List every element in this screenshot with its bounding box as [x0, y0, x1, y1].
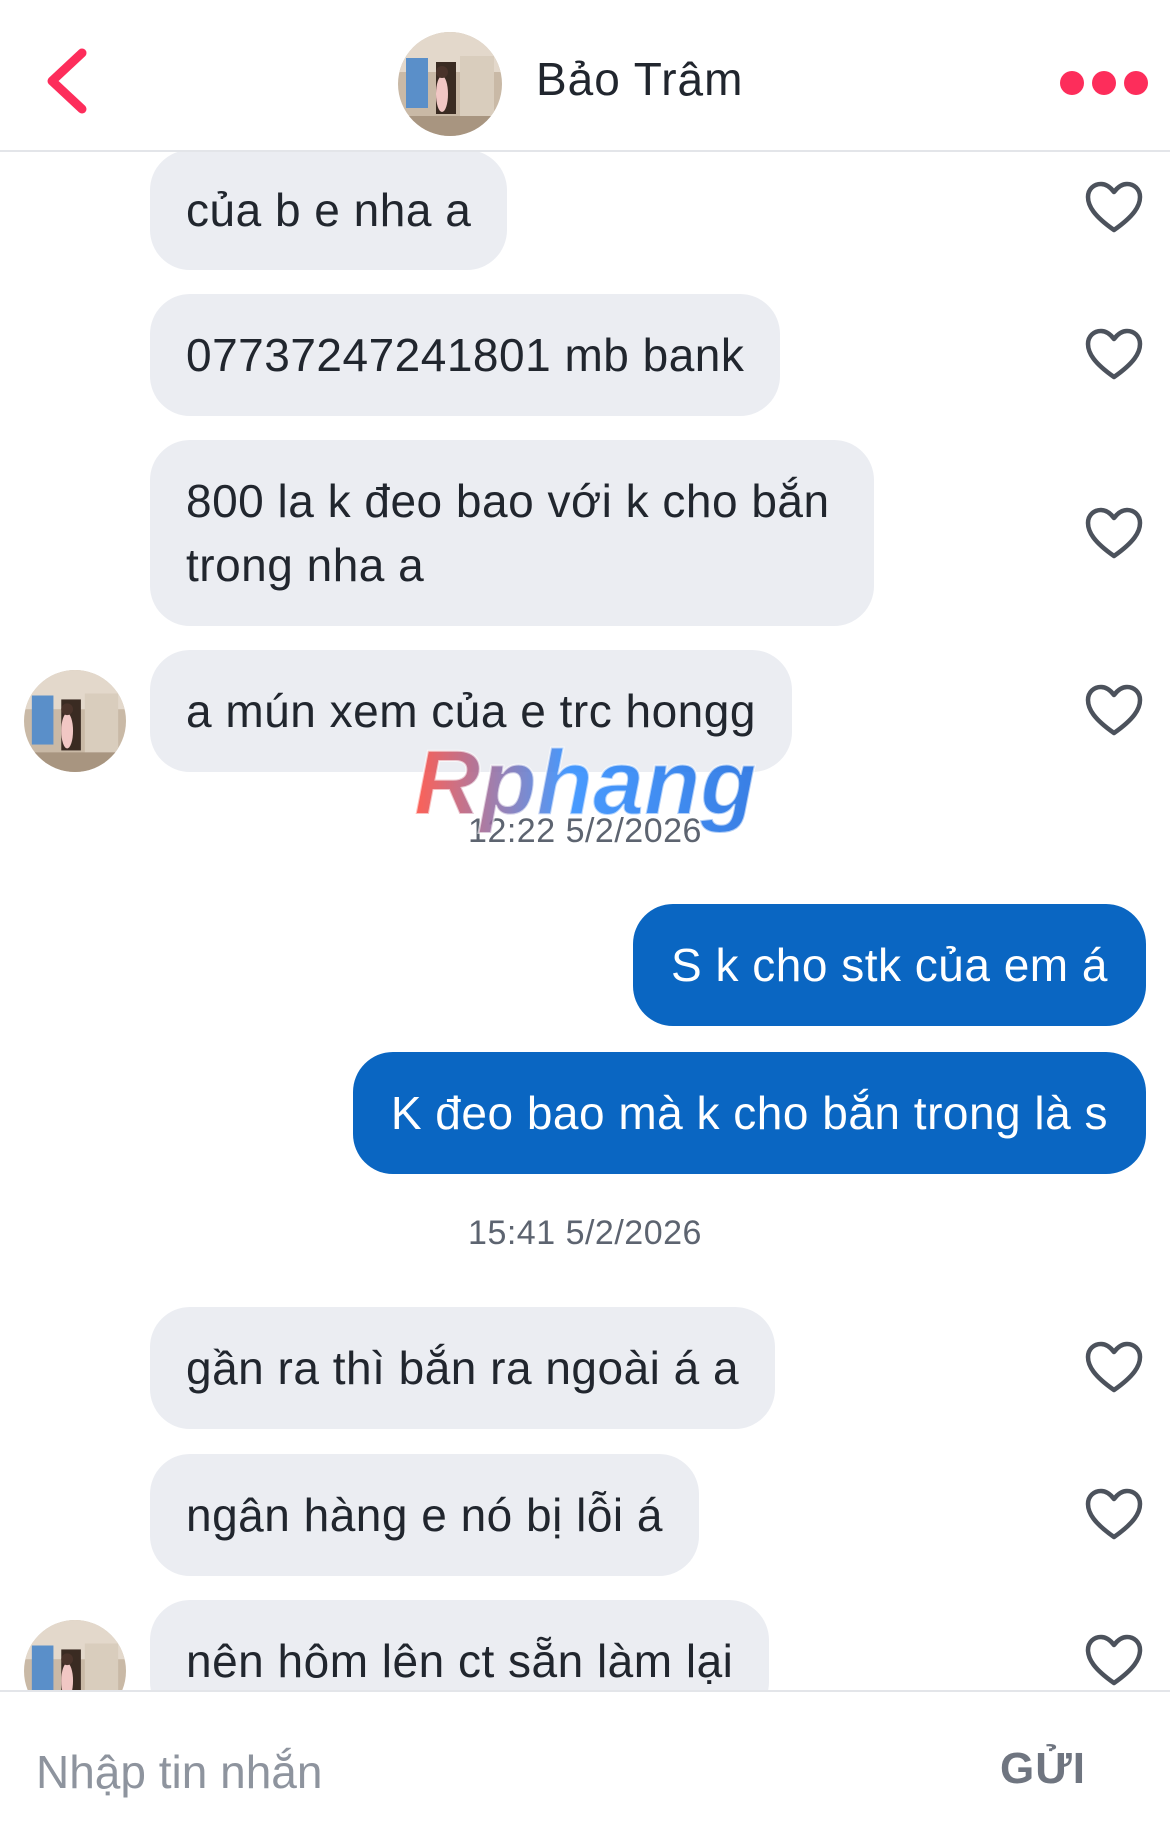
- timestamp: 12:22 5/2/2026: [468, 812, 702, 850]
- heart-icon[interactable]: [1084, 1633, 1144, 1689]
- message-text: của b e nha a: [186, 184, 472, 236]
- message-input[interactable]: [36, 1732, 936, 1812]
- message-text: 07737247241801 mb bank: [186, 329, 745, 381]
- heart-icon[interactable]: [1084, 180, 1144, 236]
- chevron-left-icon[interactable]: [40, 45, 92, 117]
- timestamp: 15:41 5/2/2026: [468, 1214, 702, 1252]
- sender-avatar[interactable]: [24, 670, 126, 772]
- contact-avatar[interactable]: [398, 32, 502, 136]
- send-button[interactable]: GỬI: [1000, 1744, 1086, 1794]
- outgoing-message[interactable]: S k cho stk của em á: [633, 904, 1146, 1026]
- incoming-message[interactable]: ngân hàng e nó bị lỗi á: [150, 1454, 700, 1576]
- message-text: a mún xem của e trc hongg: [186, 685, 756, 737]
- message-text: nên hôm lên ct sẵn làm lại: [186, 1635, 734, 1687]
- message-list[interactable]: của b e nha a 07737247241801 mb bank 800…: [0, 152, 1170, 1690]
- heart-icon[interactable]: [1084, 1487, 1144, 1543]
- heart-icon[interactable]: [1084, 327, 1144, 383]
- chat-header: Bảo Trâm: [0, 0, 1170, 152]
- message-text: 800 la k đeo bao với k cho bắn trong nha…: [186, 475, 830, 591]
- message-text: S k cho stk của em á: [671, 939, 1108, 991]
- incoming-message[interactable]: a mún xem của e trc hongg: [150, 650, 792, 772]
- contact-name[interactable]: Bảo Trâm: [536, 52, 743, 106]
- heart-icon[interactable]: [1084, 506, 1144, 562]
- message-text: ngân hàng e nó bị lỗi á: [186, 1489, 664, 1541]
- message-composer: GỬI: [0, 1690, 1170, 1847]
- incoming-message[interactable]: của b e nha a: [150, 152, 508, 270]
- heart-icon[interactable]: [1084, 1340, 1144, 1396]
- sender-avatar[interactable]: [24, 1620, 126, 1690]
- heart-icon[interactable]: [1084, 683, 1144, 739]
- incoming-message[interactable]: 800 la k đeo bao với k cho bắn trong nha…: [150, 440, 874, 626]
- more-dots-icon[interactable]: [1058, 66, 1150, 100]
- incoming-message[interactable]: gần ra thì bắn ra ngoài á a: [150, 1307, 776, 1429]
- message-text: K đeo bao mà k cho bắn trong là s: [390, 1087, 1108, 1139]
- outgoing-message[interactable]: K đeo bao mà k cho bắn trong là s: [352, 1052, 1146, 1174]
- incoming-message[interactable]: 07737247241801 mb bank: [150, 294, 781, 416]
- incoming-message[interactable]: nên hôm lên ct sẵn làm lại: [150, 1600, 770, 1690]
- message-text: gần ra thì bắn ra ngoài á a: [186, 1342, 740, 1394]
